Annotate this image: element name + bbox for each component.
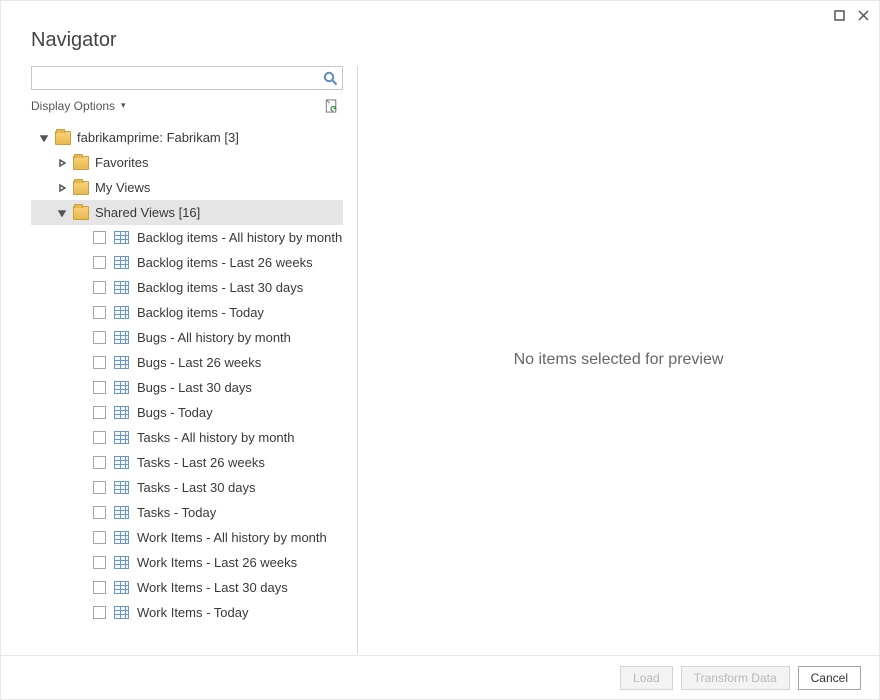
checkbox[interactable] [93,556,106,569]
table-icon [114,281,129,294]
tree-item[interactable]: Work Items - All history by month [31,525,343,550]
checkbox[interactable] [93,331,106,344]
table-icon [114,481,129,494]
tree-item-label: Bugs - Last 30 days [137,380,252,395]
load-button[interactable]: Load [620,666,673,690]
cancel-button[interactable]: Cancel [798,666,861,690]
table-icon [114,331,129,344]
table-icon [114,406,129,419]
folder-icon [55,131,71,145]
chevron-down-icon[interactable] [37,131,51,145]
table-icon [114,606,129,619]
tree-item[interactable]: Work Items - Last 30 days [31,575,343,600]
preview-empty-message: No items selected for preview [514,351,724,369]
tree-item-label: Backlog items - Last 30 days [137,280,303,295]
tree-item[interactable]: Bugs - Last 30 days [31,375,343,400]
tree-item-label: Shared Views [16] [95,205,200,220]
tree-item-label: Work Items - Last 26 weeks [137,555,297,570]
tree-item-label: Work Items - Last 30 days [137,580,288,595]
table-icon [114,306,129,319]
tree-item-label: Tasks - All history by month [137,430,295,445]
tree-item[interactable]: Tasks - Last 30 days [31,475,343,500]
search-input[interactable] [38,67,323,89]
tree-item[interactable]: Work Items - Last 26 weeks [31,550,343,575]
table-icon [114,506,129,519]
tree-item[interactable]: Bugs - Last 26 weeks [31,350,343,375]
table-icon [114,381,129,394]
close-icon[interactable] [855,7,871,23]
tree-item-label: Tasks - Today [137,505,216,520]
tree-item-label: Work Items - Today [137,605,249,620]
checkbox[interactable] [93,381,106,394]
tree-item-label: Work Items - All history by month [137,530,327,545]
tree-item[interactable]: Bugs - Today [31,400,343,425]
tree-root[interactable]: fabrikamprime: Fabrikam [3] [31,125,343,150]
checkbox[interactable] [93,606,106,619]
tree-item-label: Backlog items - All history by month [137,230,342,245]
checkbox[interactable] [93,231,106,244]
tree-favorites[interactable]: Favorites [31,150,343,175]
page-title: Navigator [1,1,879,66]
checkbox[interactable] [93,506,106,519]
tree-item[interactable]: Backlog items - All history by month [31,225,343,250]
table-icon [114,581,129,594]
tree-item[interactable]: Backlog items - Last 26 weeks [31,250,343,275]
tree-myviews[interactable]: My Views [31,175,343,200]
folder-icon [73,181,89,195]
folder-icon [73,206,89,220]
tree-item-label: Tasks - Last 26 weeks [137,455,265,470]
tree-item[interactable]: Tasks - Last 26 weeks [31,450,343,475]
tree-item[interactable]: Bugs - All history by month [31,325,343,350]
tree-item-label: Tasks - Last 30 days [137,480,256,495]
tree-item-label: Bugs - All history by month [137,330,291,345]
table-icon [114,256,129,269]
checkbox[interactable] [93,281,106,294]
table-icon [114,456,129,469]
checkbox[interactable] [93,481,106,494]
dialog-footer: Load Transform Data Cancel [1,655,879,699]
tree-item[interactable]: Backlog items - Last 30 days [31,275,343,300]
tree-item-label: My Views [95,180,150,195]
checkbox[interactable] [93,356,106,369]
tree-item-label: Bugs - Last 26 weeks [137,355,261,370]
checkbox[interactable] [93,406,106,419]
display-options-dropdown[interactable]: Display Options [31,99,126,113]
tree-item[interactable]: Backlog items - Today [31,300,343,325]
search-icon[interactable] [323,71,338,86]
checkbox[interactable] [93,256,106,269]
folder-icon [73,156,89,170]
table-icon [114,231,129,244]
navigator-tree: fabrikamprime: Fabrikam [3] Favorites My… [31,119,343,654]
tree-item[interactable]: Tasks - Today [31,500,343,525]
transform-data-button[interactable]: Transform Data [681,666,790,690]
display-options-label: Display Options [31,99,115,113]
table-icon [114,556,129,569]
search-input-container[interactable] [31,66,343,90]
checkbox[interactable] [93,531,106,544]
tree-item-label: Backlog items - Today [137,305,264,320]
preview-panel: No items selected for preview [357,66,879,654]
window-controls [831,7,871,23]
table-icon [114,531,129,544]
checkbox[interactable] [93,431,106,444]
checkbox[interactable] [93,456,106,469]
tree-root-label: fabrikamprime: Fabrikam [3] [77,130,239,145]
tree-item[interactable]: Tasks - All history by month [31,425,343,450]
chevron-down-icon[interactable] [55,206,69,220]
tree-item-label: Backlog items - Last 26 weeks [137,255,313,270]
tree-item-label: Bugs - Today [137,405,213,420]
tree-item-label: Favorites [95,155,148,170]
table-icon [114,356,129,369]
checkbox[interactable] [93,306,106,319]
table-icon [114,431,129,444]
refresh-icon[interactable] [324,98,339,113]
checkbox[interactable] [93,581,106,594]
tree-shared-views[interactable]: Shared Views [16] [31,200,343,225]
chevron-right-icon[interactable] [55,181,69,195]
maximize-icon[interactable] [831,7,847,23]
navigator-panel: Display Options fabrikamprime: Fabrikam … [31,66,343,654]
chevron-right-icon[interactable] [55,156,69,170]
tree-item[interactable]: Work Items - Today [31,600,343,625]
